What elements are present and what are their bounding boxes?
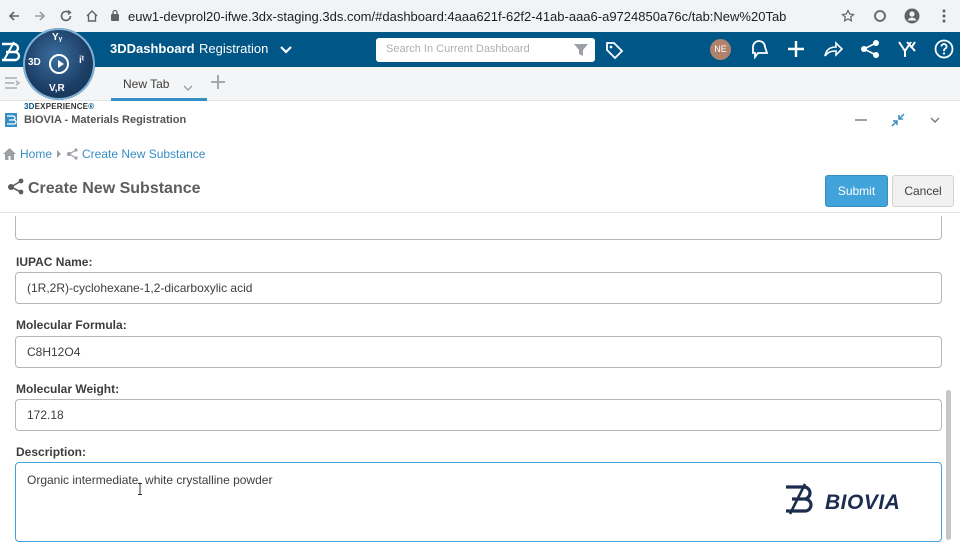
chevron-down-icon[interactable] (183, 79, 193, 97)
molecular-weight-field[interactable] (15, 399, 942, 431)
substance-icon (7, 178, 24, 200)
browser-menu-icon[interactable] (932, 4, 956, 28)
biovia-logo-text: BIOVIA (825, 490, 901, 514)
compass-left-label[interactable]: 3D (28, 57, 41, 68)
previous-field-partial[interactable] (15, 216, 942, 240)
search-input[interactable]: Search In Current Dashboard (376, 38, 595, 62)
biovia-logo: BIOVIA (783, 483, 900, 522)
biovia-widget-icon (5, 113, 17, 127)
play-icon[interactable] (49, 54, 69, 74)
scrollbar[interactable] (946, 390, 951, 540)
formula-label: Molecular Formula: (16, 318, 127, 332)
filter-icon[interactable] (573, 42, 589, 63)
add-tab-icon[interactable] (210, 74, 226, 95)
molecular-formula-field[interactable] (15, 336, 942, 368)
cancel-button[interactable]: Cancel (892, 175, 954, 207)
avatar[interactable]: NE (710, 39, 731, 60)
search-placeholder: Search In Current Dashboard (386, 43, 530, 55)
forward-icon[interactable] (28, 4, 52, 28)
compass-widget[interactable]: Yᵧ 3D iᵗ V,R (23, 28, 95, 100)
url-text[interactable]: euw1-devprol20-ifwe.3dx-staging.3ds.com/… (128, 9, 786, 24)
reload-icon[interactable] (54, 4, 78, 28)
breadcrumb: Home Create New Substance (3, 147, 209, 161)
dashboard-topbar: 3DDashboard Registration Search In Curre… (0, 32, 960, 67)
bookmark-star-icon[interactable] (836, 4, 860, 28)
3ds-logo-icon (0, 40, 26, 67)
share-icon[interactable] (822, 38, 844, 60)
chevron-down-icon[interactable] (925, 110, 945, 130)
iupac-name-field[interactable] (15, 272, 942, 304)
widget-title: BIOVIA - Materials Registration (24, 114, 187, 126)
lock-icon (110, 9, 120, 24)
app-title: 3DDashboard (110, 41, 195, 56)
minimize-icon[interactable] (851, 110, 871, 130)
widget-header: BIOVIA - Materials Registration (0, 110, 960, 134)
browser-toolbar: euw1-devprol20-ifwe.3dx-staging.3ds.com/… (0, 0, 960, 32)
description-label: Description: (16, 445, 87, 459)
breadcrumb-current[interactable]: Create New Substance (82, 147, 205, 161)
chevron-right-icon (56, 150, 62, 158)
compass-bottom-label[interactable]: V,R (49, 83, 65, 94)
add-icon[interactable] (785, 38, 807, 60)
collapse-icon[interactable] (888, 110, 908, 130)
tab-strip: New Tab (0, 67, 960, 101)
submit-button[interactable]: Submit (825, 175, 888, 207)
text-cursor-icon (137, 482, 143, 495)
profile-icon[interactable] (900, 4, 924, 28)
tab-label: New Tab (123, 77, 170, 91)
breadcrumb-home[interactable]: Home (20, 147, 52, 161)
compass-top-label[interactable]: Yᵧ (52, 32, 62, 43)
page-title: Create New Substance (28, 180, 201, 197)
network-icon[interactable] (859, 38, 881, 60)
sidebar-toggle-icon[interactable] (4, 76, 21, 95)
tab-new-tab[interactable]: New Tab (111, 67, 207, 101)
notifications-icon[interactable] (748, 38, 770, 60)
back-icon[interactable] (2, 4, 26, 28)
weight-label: Molecular Weight: (16, 382, 120, 396)
help-icon[interactable] (933, 38, 955, 60)
substance-icon (66, 148, 78, 160)
apps-compass-icon[interactable] (896, 38, 918, 60)
chevron-down-icon[interactable] (280, 42, 292, 60)
home-icon[interactable] (80, 4, 104, 28)
page-header: Create New Substance (7, 178, 201, 200)
home-icon[interactable] (3, 148, 16, 160)
compass-right-label[interactable]: iᵗ (79, 55, 84, 66)
3ds-logo-icon (783, 483, 819, 522)
extension-icon[interactable] (868, 4, 892, 28)
iupac-label: IUPAC Name: (16, 255, 93, 269)
tag-icon[interactable] (604, 40, 624, 65)
address-bar[interactable]: euw1-devprol20-ifwe.3dx-staging.3ds.com/… (110, 5, 862, 27)
header-divider (0, 212, 960, 213)
dashboard-name[interactable]: Registration (199, 41, 268, 56)
